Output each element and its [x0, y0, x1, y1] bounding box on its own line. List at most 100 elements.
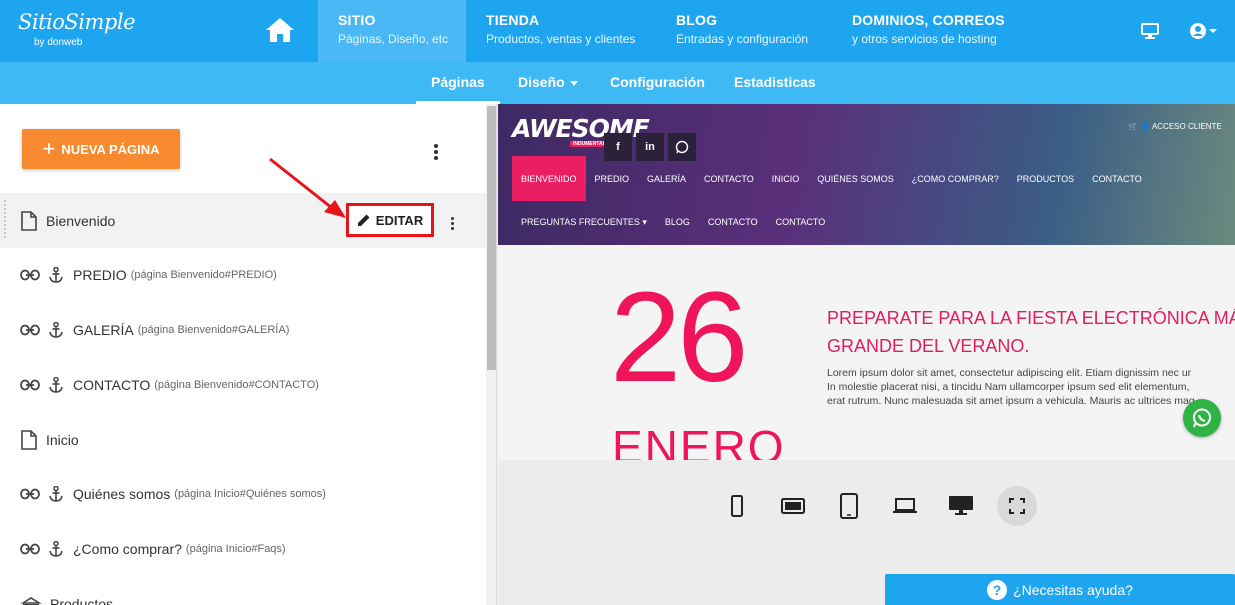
logo[interactable]: SitioSimple by donweb [18, 10, 136, 50]
top-bar: SitioSimple by donweb SITIO Páginas, Dis… [0, 0, 1235, 62]
pages-panel: + NUEVA PÁGINA Bienvenido EDITAR PREDIO … [0, 104, 497, 605]
user-account-icon[interactable] [1189, 20, 1219, 42]
preview-nav-link: PREDIO [594, 173, 630, 184]
list-item-label: Quiénes somos [73, 485, 171, 502]
logo-sub: by donweb [34, 37, 83, 48]
nav-tienda-title: TIENDA [486, 12, 540, 28]
anchor-icon [45, 540, 67, 557]
preview-acceso: 🛒 👤 ACCESO CLIENTE [1128, 122, 1222, 131]
nav-sitio-title: SITIO [338, 12, 376, 28]
nav-blog-subtitle: Entradas y configuración [676, 32, 809, 46]
tab-paginas[interactable]: Páginas [416, 62, 500, 104]
list-item[interactable]: Quiénes somos (página Inicio#Quiénes som… [0, 466, 486, 521]
home-icon[interactable] [262, 10, 298, 50]
page-icon [18, 210, 40, 231]
preview-nav-link: BIENVENIDO [512, 156, 586, 201]
scrollbar-thumb[interactable] [487, 106, 496, 370]
nav-dominios[interactable]: DOMINIOS, CORREOS y otros servicios de h… [832, 0, 1032, 62]
preview-nav-link: CONTACTO [1092, 173, 1142, 184]
row-more-icon[interactable] [447, 217, 457, 230]
list-item-label: ¿Como comprar? [73, 540, 182, 557]
preview-nav-link: CONTACTO [704, 173, 754, 184]
list-item-label: PREDIO [73, 266, 127, 283]
list-item[interactable]: CONTACTO (página Bienvenido#CONTACTO) [0, 357, 486, 412]
edit-button[interactable]: EDITAR [346, 203, 434, 237]
scrollbar[interactable] [486, 104, 496, 605]
list-item[interactable]: GALERÍA (página Bienvenido#GALERÍA) [0, 302, 486, 357]
list-item-hint: (página Inicio#Quiénes somos) [174, 487, 326, 500]
new-page-button[interactable]: + NUEVA PÁGINA [22, 129, 180, 169]
nav-blog-title: BLOG [676, 12, 718, 28]
anchor-icon [45, 376, 67, 393]
preview-nav-link: GALERÍA [647, 173, 687, 184]
list-item-label: Bienvenido [46, 212, 116, 229]
preview-nav-row2: PREGUNTAS FRECUENTES ▾ BLOG CONTACTO CON… [512, 205, 834, 239]
list-item-hint: (página Bienvenido#GALERÍA) [137, 323, 290, 336]
list-item-label: Inicio [46, 431, 79, 448]
preview-body-line2: In molestie placerat nisi, a tincidu Nam… [827, 381, 1190, 393]
preview-headline-line1: PREPARATE PARA LA FIESTA ELECTRÓNICA MÁ [827, 308, 1235, 328]
list-item-hint: (página Bienvenido#PREDIO) [130, 268, 277, 281]
preview-headline: PREPARATE PARA LA FIESTA ELECTRÓNICA MÁ … [827, 304, 1235, 360]
link-icon [19, 379, 41, 391]
preview-nav-link: CONTACTO [775, 217, 826, 227]
monitor-icon[interactable] [1141, 20, 1159, 42]
desktop-icon[interactable] [941, 486, 981, 526]
preview-nav-link: PREGUNTAS FRECUENTES ▾ [521, 216, 647, 228]
tab-configuracion[interactable]: Configuración [610, 62, 705, 104]
list-item[interactable]: ¿Como comprar? (página Inicio#Faqs) [0, 521, 486, 576]
preview-headline-line2: GRANDE DEL VERANO. [827, 336, 1030, 356]
link-icon [19, 488, 41, 500]
help-button[interactable]: ? ¿Necesitas ayuda? [885, 574, 1235, 605]
mobile-landscape-icon[interactable] [773, 486, 813, 526]
preview-nav-link: BLOG [664, 217, 690, 227]
preview-header: AWESOME INDUMENTARIA f in 🛒 👤 ACCESO CLI… [498, 104, 1235, 245]
preview-body-line1: Lorem ipsum dolor sit amet, consectetur … [827, 367, 1192, 379]
anchor-icon [45, 266, 67, 283]
mobile-portrait-icon[interactable] [717, 486, 757, 526]
anchor-icon [45, 321, 67, 338]
tab-estadisticas[interactable]: Estadisticas [734, 62, 816, 104]
panel-more-icon[interactable] [431, 144, 441, 160]
link-icon [19, 543, 41, 555]
list-item-hint: (página Bienvenido#CONTACTO) [154, 378, 319, 391]
list-item[interactable]: Productos [0, 576, 486, 605]
page-icon [18, 429, 40, 450]
plus-icon: + [42, 136, 56, 161]
drag-handle-icon[interactable] [3, 199, 7, 239]
list-item-label: Productos [50, 595, 114, 605]
fullscreen-icon[interactable] [997, 486, 1037, 526]
preview-nav-link: PRODUCTOS [1016, 173, 1075, 184]
preview-nav-link: INICIO [771, 173, 800, 184]
nav-dominios-subtitle: y otros servicios de hosting [852, 32, 997, 46]
preview-body-text: Lorem ipsum dolor sit amet, consectetur … [827, 366, 1235, 408]
edit-label: EDITAR [375, 212, 424, 228]
preview-nav-link: CONTACTO [707, 217, 758, 227]
list-item[interactable]: Inicio [0, 412, 486, 467]
laptop-icon[interactable] [885, 486, 925, 526]
list-item[interactable]: PREDIO (página Bienvenido#PREDIO) [0, 247, 486, 302]
list-item-label: CONTACTO [73, 376, 151, 393]
logo-name: SitioSimple [18, 10, 136, 34]
nav-blog[interactable]: BLOG Entradas y configuración [656, 0, 832, 62]
site-preview[interactable]: AWESOME INDUMENTARIA f in 🛒 👤 ACCESO CLI… [498, 104, 1235, 460]
tab-diseno[interactable]: Diseño [518, 62, 578, 104]
sub-nav: Páginas Diseño Configuración Estadistica… [0, 62, 1235, 104]
caret-down-icon [569, 80, 578, 86]
tablet-icon[interactable] [829, 486, 869, 526]
store-icon [20, 596, 42, 605]
list-item-label: GALERÍA [73, 321, 134, 338]
nav-sitio-subtitle: Páginas, Diseño, etc [338, 32, 449, 46]
preview-nav-row1: BIENVENIDO PREDIO GALERÍA CONTACTO INICI… [512, 156, 1151, 201]
whatsapp-icon[interactable] [1183, 399, 1221, 437]
nav-sitio[interactable]: SITIO Páginas, Diseño, etc [318, 0, 466, 62]
help-icon: ? [987, 579, 1008, 600]
tab-diseno-label: Diseño [518, 74, 565, 90]
link-icon [19, 269, 41, 281]
nav-tienda-subtitle: Productos, ventas y clientes [486, 32, 636, 46]
list-item-hint: (página Inicio#Faqs) [185, 542, 286, 555]
nav-tienda[interactable]: TIENDA Productos, ventas y clientes [466, 0, 656, 62]
list-item[interactable]: Bienvenido EDITAR [0, 193, 486, 248]
preview-nav-link: ¿COMO COMPRAR? [911, 173, 999, 184]
link-icon [19, 324, 41, 336]
